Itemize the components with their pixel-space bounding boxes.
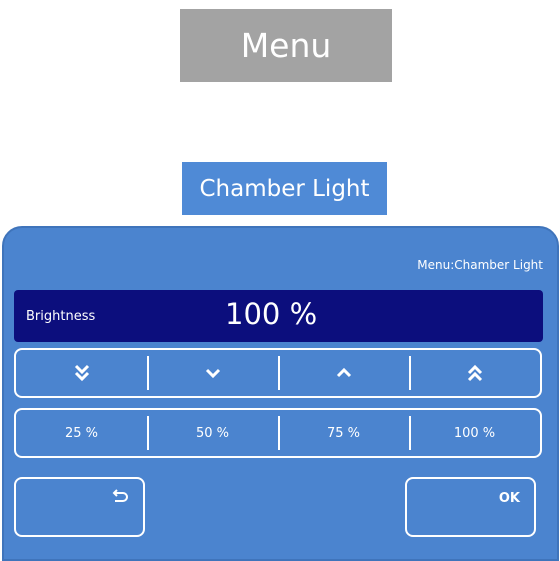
decrease-button[interactable] — [147, 350, 278, 396]
step-button-row — [14, 348, 542, 398]
brightness-display: Brightness 100 % — [14, 290, 543, 342]
chamber-light-panel: Menu:Chamber Light Brightness 100 % 25 %… — [2, 226, 559, 561]
decrease-fast-button[interactable] — [16, 350, 147, 396]
preset-label: 75 % — [326, 425, 361, 441]
double-chevron-down-icon — [74, 364, 89, 382]
return-arrow-icon — [112, 489, 128, 502]
chevron-up-icon — [336, 367, 351, 378]
brightness-value: 100 % — [225, 297, 318, 331]
panel-caption: Menu:Chamber Light — [417, 258, 543, 272]
brightness-label: Brightness — [26, 309, 96, 324]
preset-75-button[interactable]: 75 % — [278, 410, 409, 456]
back-button[interactable] — [14, 477, 145, 537]
preset-100-button[interactable]: 100 % — [409, 410, 540, 456]
chamber-light-label: Chamber Light — [199, 175, 370, 202]
menu-button[interactable]: Menu — [180, 9, 392, 82]
chevron-down-icon — [205, 368, 220, 379]
preset-button-row: 25 % 50 % 75 % 100 % — [14, 408, 542, 458]
preset-50-button[interactable]: 50 % — [147, 410, 278, 456]
preset-25-button[interactable]: 25 % — [16, 410, 147, 456]
menu-button-label: Menu — [240, 26, 332, 65]
chamber-light-button[interactable]: Chamber Light — [182, 162, 387, 215]
increase-button[interactable] — [278, 350, 409, 396]
double-chevron-up-icon — [467, 364, 482, 382]
preset-label: 100 % — [453, 425, 496, 441]
preset-label: 50 % — [195, 425, 230, 441]
preset-label: 25 % — [64, 425, 99, 441]
ok-button[interactable]: OK — [405, 477, 536, 537]
ok-label: OK — [498, 491, 520, 506]
increase-fast-button[interactable] — [409, 350, 540, 396]
